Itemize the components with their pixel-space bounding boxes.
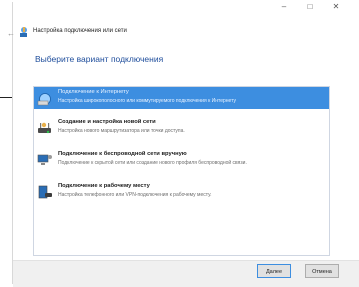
option-new-network[interactable]: Создание и настройка новой сети Настройк… [34, 117, 329, 139]
back-arrow-icon[interactable]: ← [7, 29, 15, 38]
option-workplace[interactable]: Подключение к рабочему месту Настройка т… [34, 181, 329, 203]
network-setup-icon [20, 27, 27, 37]
next-button[interactable]: Далее [257, 264, 291, 278]
option-description: Подключение к скрытой сети или создание … [58, 160, 247, 166]
cancel-button[interactable]: Отмена [305, 264, 339, 278]
window-title: Настройка подключения или сети [33, 28, 127, 34]
option-description: Настройка телефонного или VPN-подключени… [58, 192, 212, 198]
option-title: Подключение к рабочему месту [58, 183, 150, 189]
setup-connection-window: – □ ✕ ← Настройка подключения или сети В… [7, 2, 359, 287]
minimize-button[interactable]: – [273, 2, 295, 14]
option-wireless-manual[interactable]: Подключение к беспроводной сети вручную … [34, 149, 329, 171]
option-title: Создание и настройка новой сети [58, 119, 156, 125]
router-icon [38, 122, 51, 134]
option-internet[interactable]: Подключение к Интернету Настройка широко… [34, 87, 329, 109]
page-heading: Выберите вариант подключения [35, 54, 164, 64]
option-title: Подключение к Интернету [58, 89, 129, 95]
wireless-computer-icon [37, 154, 52, 165]
globe-network-icon [37, 93, 51, 106]
connection-options-list: Подключение к Интернету Настройка широко… [33, 86, 330, 256]
option-title: Подключение к беспроводной сети вручную [58, 151, 187, 157]
close-button[interactable]: ✕ [325, 2, 347, 14]
option-description: Настройка нового маршрутизатора или точк… [58, 128, 185, 134]
maximize-button[interactable]: □ [299, 2, 321, 14]
workplace-phone-icon [38, 185, 52, 199]
option-description: Настройка широкополосного или коммутируе… [58, 98, 237, 104]
title-bar: – □ ✕ [13, 2, 359, 14]
